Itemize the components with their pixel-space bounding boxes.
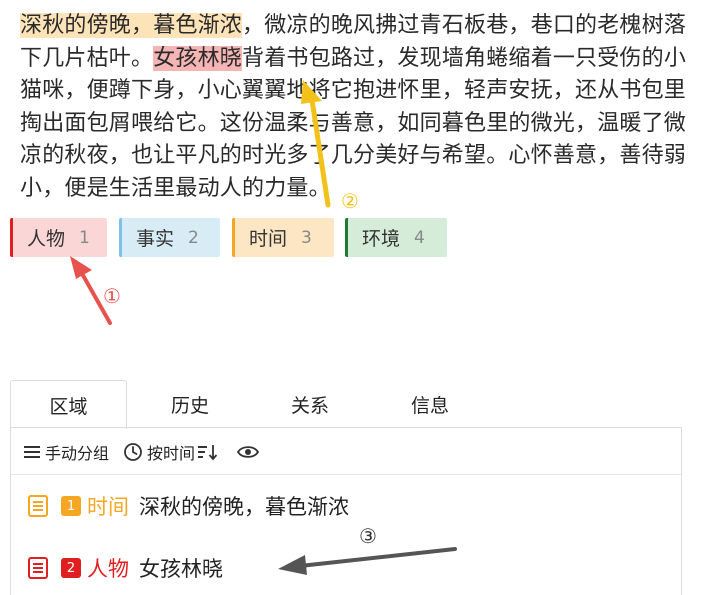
list-item[interactable]: 1 时间 深秋的傍晚，暮色渐浓 [27,490,349,522]
tag-time-count: 3 [301,227,312,248]
tag-fact-count: 2 [188,227,199,248]
passage-text: 深秋的傍晚，暮色渐浓，微凉的晚风拂过青石板巷，巷口的老槐树落下几片枯叶。女孩林晓… [20,10,700,205]
tab-history[interactable]: 历史 [135,380,245,428]
tag-environment-label: 环境 [362,228,401,250]
menu-icon [24,446,40,458]
document-icon [28,495,48,517]
document-icon [28,557,48,579]
tab-relations-label: 关系 [290,394,329,417]
tag-person[interactable]: 人物 1 [10,218,107,257]
list-item-text: 女孩林晓 [139,557,223,581]
clock-icon [124,443,142,461]
tag-time[interactable]: 时间 3 [232,218,334,257]
list-item-text: 深秋的傍晚，暮色渐浓 [139,495,349,519]
manual-group-label: 手动分组 [45,444,110,463]
tab-info-label: 信息 [410,394,449,417]
list-item-category: 人物 [87,557,129,581]
tab-region[interactable]: 区域 [10,380,127,429]
region-panel: 手动分组 按时间 1 时间 深秋的傍晚，暮色渐浓 2 人物 女孩林晓 [10,427,682,595]
visibility-toggle[interactable] [237,444,263,460]
sort-descending-icon [198,445,218,461]
list-item[interactable]: 2 人物 女孩林晓 [27,552,223,584]
highlight-person[interactable]: 女孩林晓 [153,45,243,71]
tag-person-count: 1 [79,227,90,248]
tab-region-label: 区域 [49,395,88,418]
tab-bar: 区域 历史 关系 信息 [10,380,682,429]
tab-history-label: 历史 [170,394,209,417]
list-item-category: 时间 [87,495,129,519]
annotation-number-2: ② [341,189,359,213]
manual-group-button[interactable]: 手动分组 [23,440,109,464]
tag-person-label: 人物 [27,228,66,250]
list-item-badge: 1 [61,496,81,516]
sort-by-time-button[interactable]: 按时间 [123,440,223,464]
eye-icon [237,446,260,458]
tag-environment[interactable]: 环境 4 [345,218,447,257]
sort-by-time-label: 按时间 [147,444,196,463]
tag-fact[interactable]: 事实 2 [119,218,220,257]
tab-info[interactable]: 信息 [375,380,485,428]
list-item-badge: 2 [61,558,81,578]
tag-time-label: 时间 [249,228,288,250]
tag-environment-count: 4 [414,227,425,248]
toolbar-divider [11,474,681,475]
tab-relations[interactable]: 关系 [255,380,365,428]
panel-toolbar: 手动分组 按时间 [23,440,277,464]
tag-fact-label: 事实 [136,228,175,250]
highlight-time[interactable]: 深秋的傍晚，暮色渐浓 [20,13,243,38]
annotation-number-1: ① [103,284,121,308]
